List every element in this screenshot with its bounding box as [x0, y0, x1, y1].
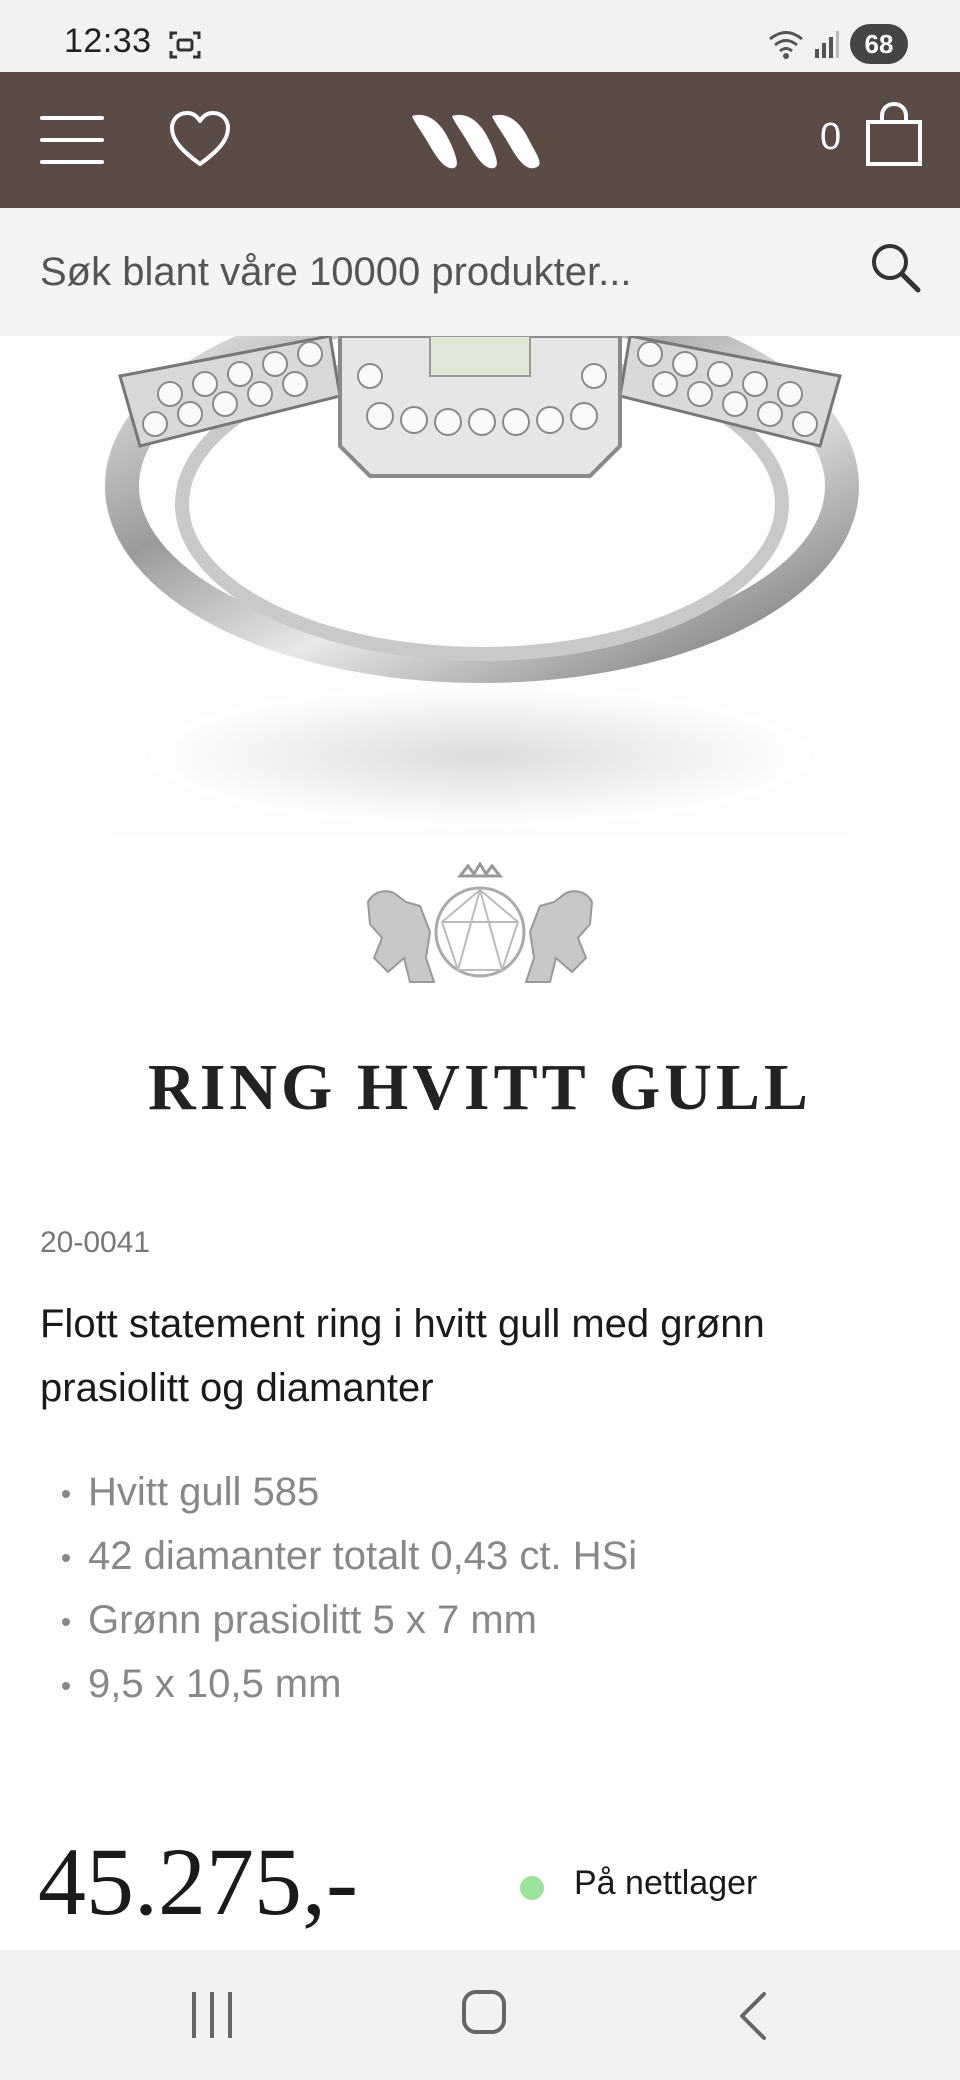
product-title: RING HVITT GULL — [148, 1051, 812, 1124]
product-description: Flott statement ring i hvitt gull med gr… — [40, 1302, 765, 1410]
signal-icon — [815, 31, 839, 58]
wifi-icon — [769, 31, 803, 59]
app-header: 0 — [0, 72, 960, 208]
status-bar: 12:33 68 — [0, 0, 960, 72]
feature-item: 9,5 x 10,5 mm — [40, 1652, 637, 1716]
feature-item: Grønn prasiolitt 5 x 7 mm — [40, 1588, 637, 1652]
status-time: 12:33 — [64, 22, 152, 60]
screenshot-icon — [169, 31, 201, 59]
recents-icon[interactable] — [192, 1992, 236, 2038]
product-price: 45.275,- — [38, 1828, 358, 1935]
status-icons: 68 — [768, 24, 908, 64]
home-icon[interactable] — [462, 1990, 506, 2034]
stock-status-label: På nettlager — [574, 1864, 758, 1902]
product-image[interactable] — [0, 336, 960, 836]
feature-item: 42 diamanter totalt 0,43 ct. HSi — [40, 1524, 637, 1588]
menu-icon[interactable] — [40, 116, 104, 164]
product-sku: 20-0041 — [40, 1226, 151, 1259]
system-nav-bar — [0, 1950, 960, 2080]
cart-count[interactable]: 0 — [820, 116, 841, 159]
cart-icon[interactable] — [864, 102, 924, 168]
logo[interactable] — [408, 108, 548, 172]
feature-item: Hvitt gull 585 — [40, 1460, 637, 1524]
search-bar — [0, 208, 960, 336]
heart-icon[interactable] — [168, 108, 232, 172]
feature-list: Hvitt gull 585 42 diamanter totalt 0,43 … — [40, 1460, 637, 1716]
back-icon[interactable] — [738, 1990, 768, 2042]
battery-indicator: 68 — [850, 24, 908, 64]
search-icon[interactable] — [868, 240, 924, 296]
search-input[interactable] — [40, 236, 860, 308]
stock-status-dot — [520, 1876, 544, 1900]
brand-crest-logo — [366, 862, 594, 983]
